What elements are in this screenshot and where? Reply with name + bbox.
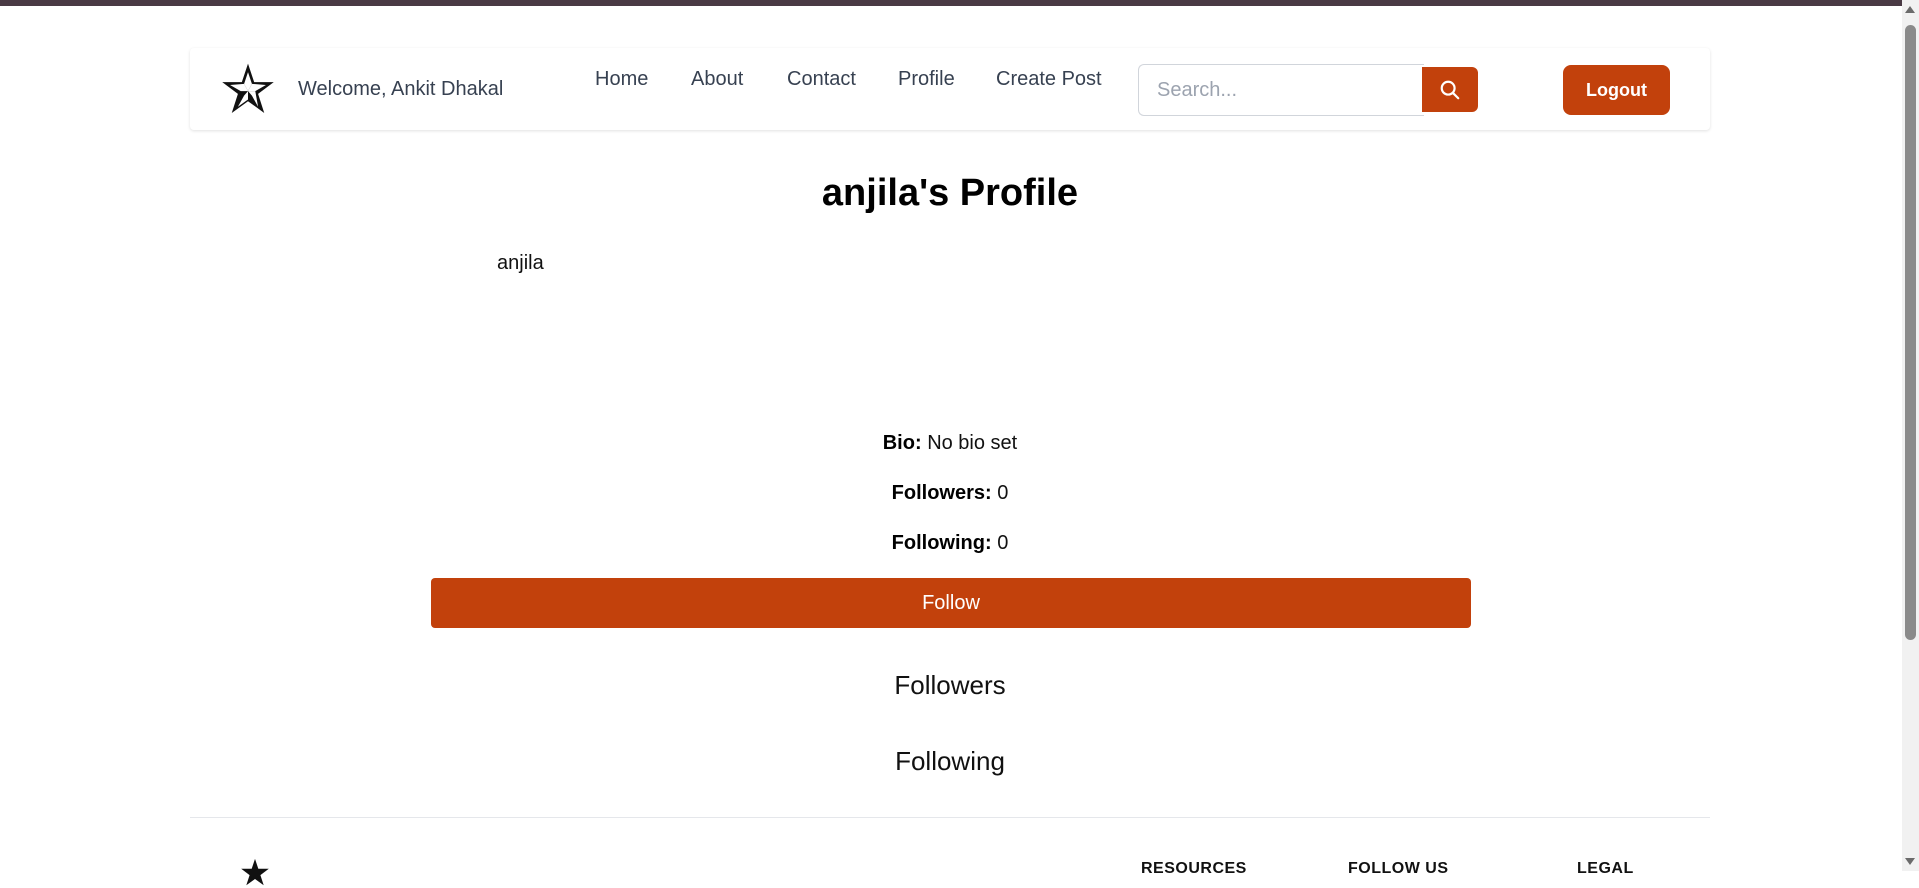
search-input[interactable] [1138, 64, 1424, 116]
browser-top-strip [0, 0, 1919, 6]
footer-divider [190, 817, 1710, 818]
followers-heading: Followers [894, 670, 1006, 700]
scroll-up-arrow-icon[interactable] [1905, 6, 1915, 13]
nav-link-create-post[interactable]: Create Post [996, 68, 1102, 91]
nav-link-home[interactable]: Home [595, 68, 648, 91]
scroll-down-arrow-icon[interactable] [1905, 858, 1915, 865]
follow-button[interactable]: Follow [431, 578, 1471, 628]
search-icon [1440, 80, 1460, 99]
following-count-line: Following: 0 [0, 532, 1900, 555]
nav-link-contact[interactable]: Contact [787, 68, 856, 91]
following-count: 0 [997, 532, 1009, 554]
welcome-text: Welcome, Ankit Dhakal [298, 78, 504, 100]
followers-count: 0 [997, 482, 1009, 504]
nav-link-about[interactable]: About [691, 68, 743, 91]
footer-heading-follow-us: FOLLOW US [1348, 860, 1449, 877]
footer-heading-legal: LEGAL [1577, 860, 1634, 877]
profile-username: anjila [497, 252, 544, 274]
footer-heading-resources: RESOURCES [1141, 860, 1247, 877]
bio-label: Bio: [882, 432, 922, 454]
footer-star-logo-icon [241, 858, 269, 886]
nav-link-profile[interactable]: Profile [898, 68, 955, 91]
navbar: Welcome, Ankit Dhakal Home About Contact… [190, 48, 1710, 130]
logout-button[interactable]: Logout [1563, 65, 1670, 115]
followers-label: Followers: [891, 482, 992, 504]
following-label: Following: [891, 532, 992, 554]
bio-value: No bio set [927, 432, 1018, 454]
following-heading: Following [895, 746, 1005, 776]
search-button[interactable] [1422, 67, 1478, 112]
scrollbar-thumb[interactable] [1905, 25, 1916, 640]
star-logo-icon[interactable] [220, 62, 276, 118]
scrollbar[interactable] [1902, 0, 1919, 871]
followers-count-line: Followers: 0 [0, 482, 1900, 505]
bio-line: Bio: No bio set [0, 432, 1900, 455]
page-title: anjila's Profile [821, 172, 1079, 214]
